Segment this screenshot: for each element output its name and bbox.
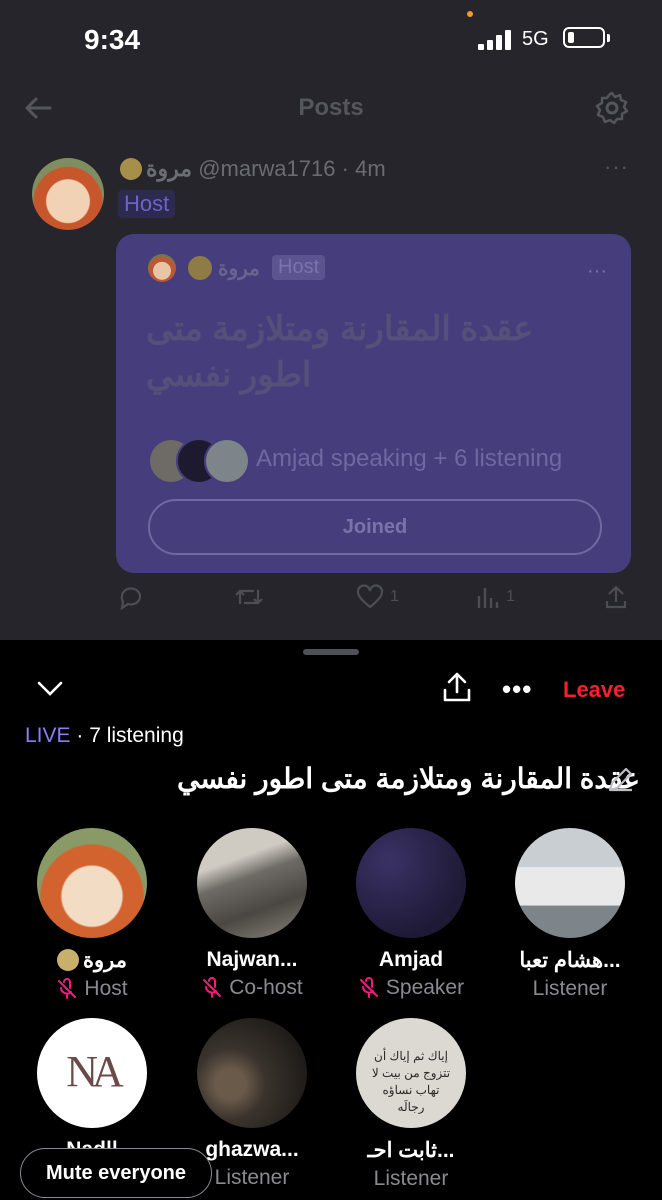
mic-off-icon xyxy=(359,977,378,998)
host-badge: Host xyxy=(118,190,176,218)
leave-button[interactable]: Leave xyxy=(563,677,625,703)
participant-name: Amjad xyxy=(378,948,444,971)
participant-name: ثابت احـ... xyxy=(367,1139,455,1162)
mic-off-icon xyxy=(203,977,222,998)
gear-icon[interactable] xyxy=(594,90,630,131)
participant-role: Host xyxy=(84,977,128,1000)
edit-pencil-icon[interactable] xyxy=(606,764,636,799)
author-name[interactable]: مروة xyxy=(146,156,192,181)
retweet-icon xyxy=(235,589,263,605)
status-bar: 9:34 5G xyxy=(0,0,662,80)
participant-listener[interactable]: هشام تعبا... Listener xyxy=(495,828,645,1001)
verified-badge-icon xyxy=(120,158,142,180)
participant-cohost[interactable]: Najwan... Co-host xyxy=(177,828,327,1000)
network-type: 5G xyxy=(522,28,549,50)
cellular-signal-icon xyxy=(478,30,512,50)
avatar[interactable] xyxy=(32,158,104,230)
like-count: 1 xyxy=(390,588,399,605)
participant-speaker[interactable]: Amjad Speaker xyxy=(336,828,486,1000)
participant-name: هشام تعبا... xyxy=(519,949,621,972)
post-header: مروة @marwa1716 · 4m xyxy=(120,156,386,182)
space-title: عقدة المقارنة ومتلازمة متى اطور نفسي xyxy=(177,763,640,794)
participant-role: Listener xyxy=(532,977,608,1000)
card-more-icon[interactable]: ··· xyxy=(587,260,607,283)
card-host-badge: Host xyxy=(272,255,326,280)
reply-button[interactable] xyxy=(118,584,144,610)
share-icon[interactable] xyxy=(441,670,473,709)
participant-role: Co-host xyxy=(229,976,303,999)
live-label: LIVE xyxy=(25,724,71,747)
avatar xyxy=(197,828,307,938)
space-sheet: ••• Leave LIVE · 7 listening عقدة المقار… xyxy=(0,640,662,1200)
share-icon xyxy=(605,585,627,609)
separator-dot: · xyxy=(341,156,349,181)
avatar xyxy=(515,828,625,938)
participant-role: Speaker xyxy=(385,976,465,999)
more-options-icon[interactable]: ··· xyxy=(604,154,629,180)
participant-name: مروة xyxy=(83,949,127,972)
views-button[interactable]: 1 xyxy=(476,584,515,610)
listening-count: · 7 listening xyxy=(76,724,184,747)
reply-icon xyxy=(120,587,142,610)
battery-icon xyxy=(563,27,605,48)
post-actions: 1 1 xyxy=(0,584,662,616)
live-status: LIVE · 7 listening xyxy=(25,724,184,748)
post-age: 4m xyxy=(355,156,386,181)
view-count: 1 xyxy=(506,588,515,605)
like-button[interactable]: 1 xyxy=(356,584,399,610)
top-nav: Posts xyxy=(0,80,662,136)
avatar: إياك ثم إياك أن تتزوج من بيت لا تهاب نسا… xyxy=(356,1018,466,1128)
card-badge-icon xyxy=(188,256,212,280)
chevron-down-icon[interactable] xyxy=(36,678,64,703)
mute-everyone-button[interactable]: Mute everyone xyxy=(20,1148,212,1198)
author-handle[interactable]: @marwa1716 xyxy=(198,156,335,181)
heart-icon xyxy=(356,584,384,609)
card-title: عقدة المقارنة ومتلازمة متى اطور نفسي xyxy=(146,310,534,394)
card-author-name: مروة xyxy=(218,258,260,280)
avatar xyxy=(37,828,147,938)
avatar xyxy=(356,828,466,938)
quote-text: إياك ثم إياك أن تتزوج من بيت لا تهاب نسا… xyxy=(371,1049,451,1114)
participant-host[interactable]: مروة Host xyxy=(17,828,167,1001)
participant-role: Listener xyxy=(373,1167,449,1190)
participant-listener[interactable]: إياك ثم إياك أن تتزوج من بيت لا تهاب نسا… xyxy=(336,1018,486,1191)
joined-button[interactable]: Joined xyxy=(148,499,602,555)
retweet-button[interactable] xyxy=(234,584,264,610)
status-time: 9:34 xyxy=(84,24,141,55)
logo-text: NA xyxy=(66,1047,124,1096)
more-options-icon[interactable]: ••• xyxy=(502,674,532,705)
privacy-indicator-dot xyxy=(467,11,473,17)
mic-off-icon xyxy=(58,978,77,999)
card-participant-avatars xyxy=(148,438,250,484)
verified-badge-icon xyxy=(57,949,79,971)
card-avatar xyxy=(148,254,176,282)
participant-role: Listener xyxy=(214,1166,290,1189)
participant-name: Najwan... xyxy=(206,948,298,971)
battery-tip xyxy=(607,34,610,42)
space-card[interactable]: مروة Host ··· عقدة المقارنة ومتلازمة متى… xyxy=(116,234,631,573)
share-post-button[interactable] xyxy=(604,584,628,610)
views-icon xyxy=(477,588,499,608)
card-speaking-text: Amjad speaking + 6 listening xyxy=(256,445,563,472)
sheet-drag-handle[interactable] xyxy=(303,649,359,655)
avatar xyxy=(197,1018,307,1128)
page-title: Posts xyxy=(298,94,364,121)
avatar: NA xyxy=(37,1018,147,1128)
